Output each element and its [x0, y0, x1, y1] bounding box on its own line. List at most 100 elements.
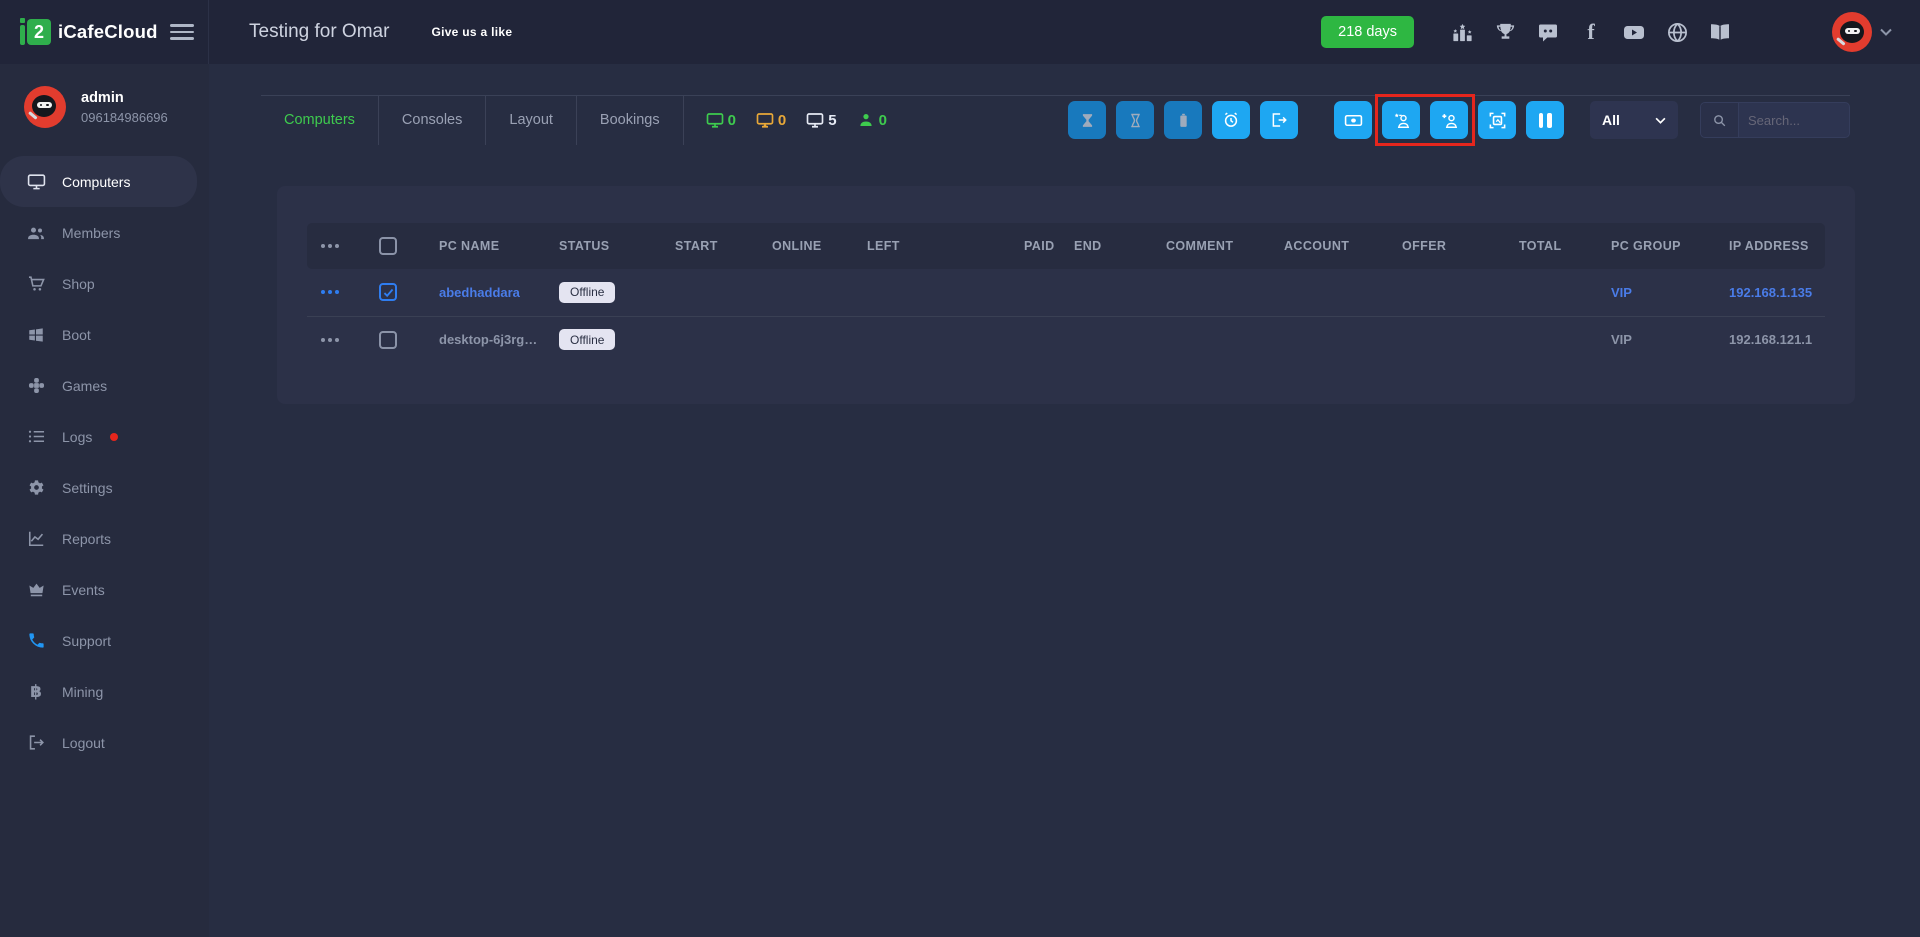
sidebar-item-shop[interactable]: Shop [0, 258, 197, 309]
notification-dot [110, 432, 119, 441]
row-actions-icon[interactable] [321, 244, 363, 248]
discord-icon[interactable] [1536, 20, 1560, 44]
battery-button[interactable] [1164, 101, 1202, 139]
monitor-icon [26, 172, 46, 192]
tab-consoles[interactable]: Consoles [379, 95, 487, 145]
sidebar-nav: Computers Members Shop Boot Games Logs S… [0, 156, 209, 768]
sidebar-item-logs[interactable]: Logs [0, 411, 197, 462]
row-checkbox[interactable] [379, 283, 397, 302]
chevron-down-icon [1655, 117, 1666, 124]
computers-table: PC NAME STATUS START ONLINE LEFT PAID EN… [307, 223, 1825, 363]
pc-name-link[interactable]: abedhaddara [439, 285, 520, 300]
row-actions-icon[interactable] [321, 290, 363, 295]
column-header-paid: PAID [1016, 223, 1066, 269]
topbar: 2 iCafeCloud Testing for Omar Give us a … [0, 0, 1920, 64]
pc-group-value: VIP [1611, 284, 1632, 300]
sidebar-item-reports[interactable]: Reports [0, 513, 197, 564]
column-header-offer: OFFER [1394, 223, 1511, 269]
count-total-pcs: 5 [806, 111, 837, 129]
icafecloud-logo-icon: 2 [20, 18, 51, 45]
chevron-down-icon [1880, 28, 1892, 36]
main-content: Computers Consoles Layout Bookings 0 0 5… [209, 64, 1920, 937]
sidebar-item-logout[interactable]: Logout [0, 717, 197, 768]
table-row: abedhaddara Offline VIP 192.168.1.135 [307, 269, 1825, 316]
sidebar-item-label: Logout [62, 734, 105, 751]
cash-icon [1344, 114, 1362, 126]
column-header-total: TOTAL [1511, 223, 1603, 269]
add-member-star-icon [1394, 112, 1409, 128]
hourglass-icon [1130, 113, 1140, 127]
ip-address-link[interactable]: 192.168.121.1 [1729, 332, 1812, 347]
add-member-button[interactable] [1430, 101, 1468, 139]
avatar [24, 86, 66, 128]
sidebar-item-mining[interactable]: ฿ Mining [0, 666, 197, 717]
tab-computers[interactable]: Computers [261, 95, 379, 145]
add-member-icon [1441, 113, 1457, 128]
tab-bookings[interactable]: Bookings [577, 95, 684, 145]
phone-icon [26, 631, 46, 651]
row-checkbox[interactable] [379, 330, 397, 349]
user-phone: 096184986696 [81, 109, 168, 125]
computers-table-card: PC NAME STATUS START ONLINE LEFT PAID EN… [277, 186, 1855, 404]
sidebar-item-computers[interactable]: Computers [0, 156, 197, 207]
user-name: admin [81, 89, 124, 106]
sidebar-item-games[interactable]: Games [0, 360, 197, 411]
globe-icon[interactable] [1665, 20, 1689, 44]
chart-icon [26, 529, 46, 549]
select-all-checkbox[interactable] [379, 237, 397, 255]
hourglass-filled-icon [1082, 113, 1092, 127]
user-block: admin 096184986696 [0, 64, 209, 146]
bitcoin-icon: ฿ [30, 681, 42, 702]
sign-out-icon [1272, 113, 1287, 127]
sidebar-item-label: Logs [62, 428, 93, 445]
book-icon[interactable] [1708, 20, 1732, 44]
sidebar-item-label: Boot [62, 326, 91, 343]
hamburger-menu-icon[interactable] [170, 24, 194, 40]
monitor-icon [806, 113, 824, 128]
row-actions-icon[interactable] [321, 337, 363, 342]
tab-layout[interactable]: Layout [486, 95, 577, 145]
subscription-days-badge[interactable]: 218 days [1321, 16, 1414, 48]
status-badge: Offline [559, 329, 616, 351]
image-frame-button[interactable] [1478, 101, 1516, 139]
pc-name-link[interactable]: desktop-6j3rg… [439, 332, 537, 347]
column-header-left: LEFT [859, 223, 1016, 269]
podium-icon[interactable] [1450, 20, 1474, 44]
sidebar-item-label: Reports [62, 530, 112, 547]
ip-address-link[interactable]: 192.168.1.135 [1729, 285, 1812, 300]
sidebar-item-support[interactable]: Support [0, 615, 197, 666]
status-badge: Offline [559, 281, 616, 303]
monitor-icon [706, 113, 723, 128]
hourglass-filled-button[interactable] [1068, 101, 1106, 139]
sidebar-item-boot[interactable]: Boot [0, 309, 197, 360]
alarm-clock-icon [1224, 112, 1238, 127]
sidebar-item-label: Members [62, 224, 121, 241]
pc-group-filter-select[interactable]: All [1590, 101, 1678, 139]
toolbar-group-1 [1068, 101, 1298, 139]
pause-button[interactable] [1526, 101, 1564, 139]
sidebar: admin 096184986696 Computers Members Sho… [0, 64, 209, 937]
hourglass-button[interactable] [1116, 101, 1154, 139]
pc-group-value: VIP [1611, 332, 1632, 348]
avatar [1832, 12, 1872, 52]
sign-out-button[interactable] [1260, 101, 1298, 139]
column-header-start: START [667, 223, 764, 269]
give-us-a-like-link[interactable]: Give us a like [431, 25, 512, 39]
sidebar-item-label: Support [62, 632, 112, 649]
toolbar-group-2 [1334, 94, 1564, 146]
sidebar-item-settings[interactable]: Settings [0, 462, 197, 513]
search-input[interactable] [1739, 103, 1849, 137]
youtube-icon[interactable] [1622, 20, 1646, 44]
trophy-icon[interactable] [1493, 20, 1517, 44]
logo-section: 2 iCafeCloud [0, 0, 209, 64]
add-member-star-button[interactable] [1382, 101, 1420, 139]
alarm-clock-button[interactable] [1212, 101, 1250, 139]
count-members-online: 0 [857, 111, 887, 129]
facebook-icon[interactable]: f [1579, 19, 1603, 44]
user-menu[interactable] [1832, 12, 1892, 52]
sidebar-item-events[interactable]: Events [0, 564, 197, 615]
cash-button[interactable] [1334, 101, 1372, 139]
image-frame-icon [1489, 112, 1505, 128]
sidebar-item-members[interactable]: Members [0, 207, 197, 258]
table-header-row: PC NAME STATUS START ONLINE LEFT PAID EN… [307, 223, 1825, 269]
